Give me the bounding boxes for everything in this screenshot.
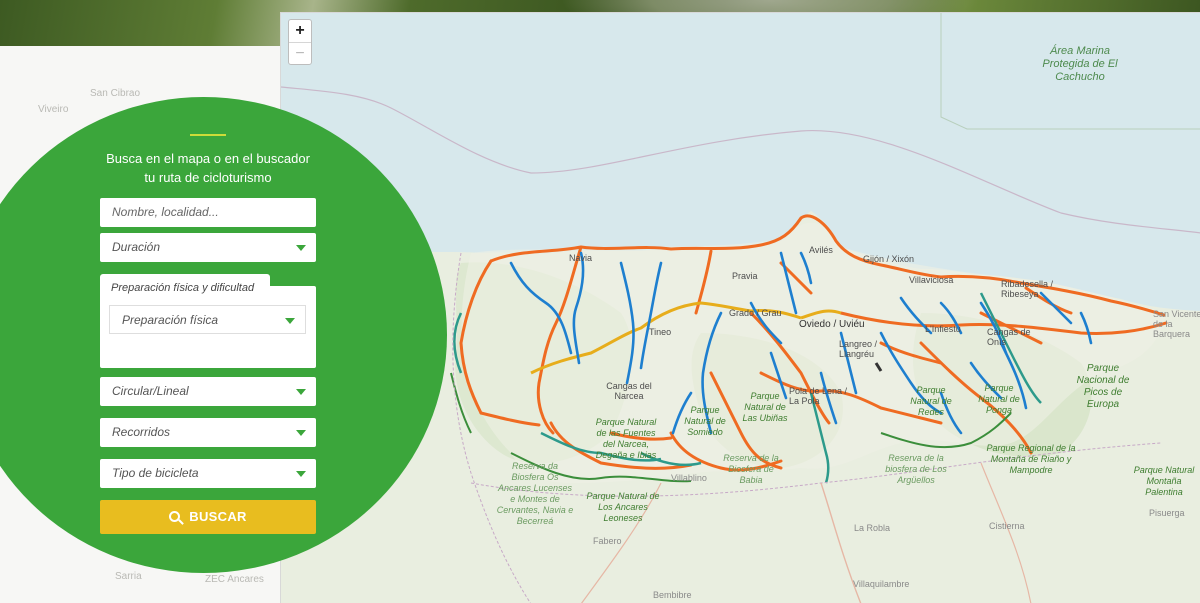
park-label: Reserva de la biosfera de Los Argüellos	[885, 453, 947, 485]
park-label: Parque Natural de Redes	[910, 385, 952, 417]
place-label: Villaviciosa	[909, 275, 954, 285]
place-label: Tineo	[649, 327, 672, 337]
circular-linear-select[interactable]: Circular/Lineal	[100, 377, 316, 406]
zoom-control: + −	[288, 19, 312, 65]
place-label: Navia	[569, 253, 593, 263]
park-label: Parque Natural Montaña Palentina	[1133, 465, 1195, 497]
park-label: Parque Natural de Ponga	[978, 383, 1020, 415]
map-label: Sarria	[115, 571, 142, 582]
place-label: Pisuerga	[1149, 508, 1185, 518]
place-label: Cangas del Narcea	[606, 381, 652, 401]
routes-select[interactable]: Recorridos	[100, 418, 316, 447]
place-label: Grado / Grau	[729, 308, 782, 318]
bike-type-select[interactable]: Tipo de bicicleta	[100, 459, 316, 488]
bike-type-label: Tipo de bicicleta	[112, 466, 199, 480]
title-line-2: tu ruta de cicloturismo	[144, 170, 272, 185]
place-label: Bembibre	[653, 590, 692, 600]
place-label: Fabero	[593, 536, 622, 546]
chevron-down-icon	[296, 389, 306, 395]
place-label: Villablino	[671, 473, 707, 483]
duration-select[interactable]: Duración	[100, 233, 316, 262]
place-label: Langreo / Llangréu	[839, 339, 878, 359]
circular-linear-label: Circular/Lineal	[112, 384, 189, 398]
park-label: Parque Nacional de Picos de Europa	[1076, 363, 1130, 410]
place-label: Pola de Lena / La Pola	[789, 386, 848, 406]
title-line-1: Busca en el mapa o en el buscador	[106, 151, 310, 166]
place-label: La Robla	[854, 523, 891, 533]
park-label: Reserva de la Biosfera de Babia	[723, 453, 779, 485]
zoom-out-button[interactable]: −	[289, 42, 311, 64]
park-label: Parque Regional de la Montaña de Riaño y…	[986, 443, 1076, 475]
park-label: Parque Natural de Los Ancares Leoneses	[586, 491, 660, 523]
map-label: San Cibrao	[90, 88, 141, 99]
place-label: San Vicente de la Barquera	[1153, 309, 1200, 339]
preparation-select-label: Preparación física	[122, 313, 219, 327]
search-icon	[169, 511, 181, 522]
search-panel-title: Busca en el mapa o en el buscador tu rut…	[60, 149, 356, 187]
park-label: Parque Natural de las Fuentes del Narcea…	[595, 417, 657, 460]
preparation-select[interactable]: Preparación física	[109, 305, 306, 334]
marine-area-label: Área Marina Protegida de El Cachucho	[1042, 45, 1118, 83]
zoom-in-button[interactable]: +	[289, 20, 311, 42]
park-label: Parque Natural de Somiedo	[684, 405, 726, 437]
name-search-input[interactable]	[112, 205, 302, 219]
chevron-down-icon	[285, 318, 295, 324]
search-button[interactable]: BUSCAR	[100, 500, 316, 534]
place-label: Pravia	[732, 271, 758, 281]
chevron-down-icon	[296, 245, 306, 251]
place-label: Villaquilambre	[853, 579, 910, 589]
place-label: Cistierna	[989, 521, 1025, 531]
place-label: Avilés	[809, 245, 833, 255]
duration-select-label: Duración	[112, 240, 161, 254]
name-search-field[interactable]	[100, 198, 316, 227]
place-label: Ribadesella / Ribeseya	[1001, 279, 1054, 299]
preparation-group-label: Preparación física y dificultad	[100, 274, 270, 298]
map-label: Viveiro	[38, 104, 69, 115]
park-label: Parque Natural de Las Ubiñas	[742, 391, 788, 423]
routes-select-label: Recorridos	[112, 425, 171, 439]
chevron-down-icon	[296, 471, 306, 477]
place-label: Gijón / Xixón	[863, 254, 915, 264]
park-label: Reserva da Biosfera Os Ancares Lucenses …	[496, 461, 574, 526]
place-label: Oviedo / Uviéu	[799, 319, 865, 330]
place-label: L'Infiestu	[925, 324, 961, 334]
map-label: ZEC Ancares	[205, 574, 264, 585]
title-accent-line	[190, 134, 226, 136]
place-label: Cangas de Onís	[987, 327, 1031, 347]
chevron-down-icon	[296, 430, 306, 436]
search-button-label: BUSCAR	[189, 509, 247, 524]
